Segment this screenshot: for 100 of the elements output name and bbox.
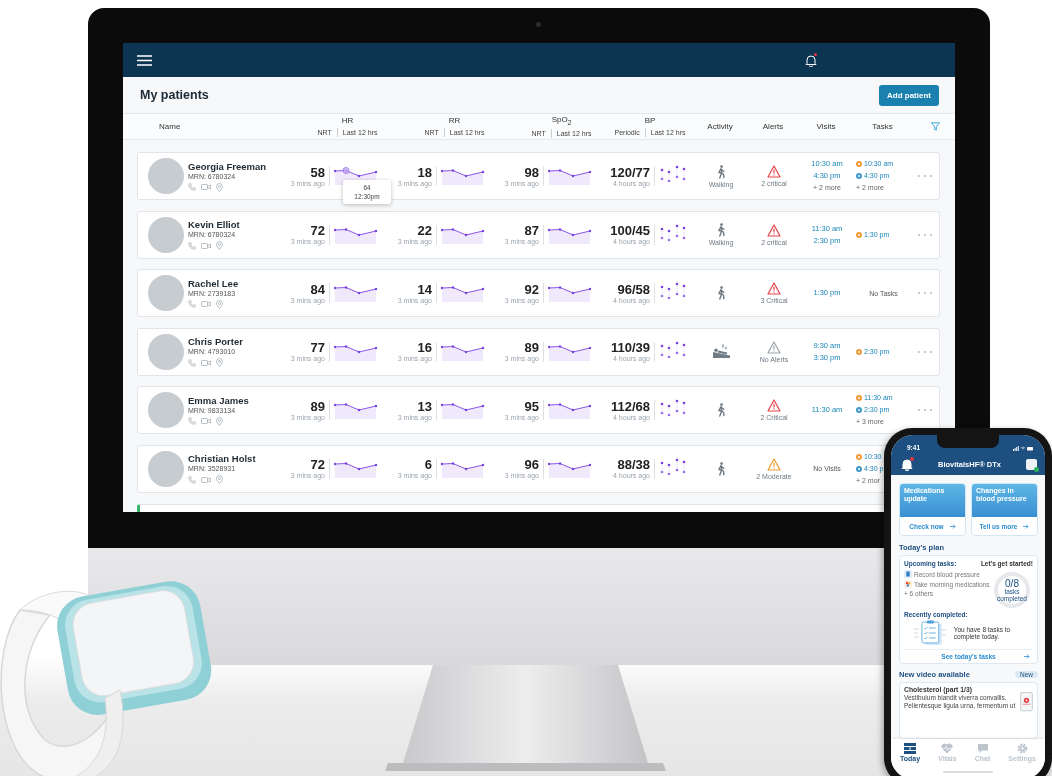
chat-icon [976, 742, 989, 754]
patient-name[interactable]: Rachel Lee [188, 277, 239, 289]
vital-value: 89 [524, 341, 539, 356]
blood-pressure-value: 100/45 [610, 224, 650, 239]
video-icon[interactable] [201, 300, 211, 309]
app-icon[interactable] [1026, 458, 1037, 470]
warning-icon [767, 165, 781, 178]
pills-icon [904, 580, 912, 588]
walking-person-icon [716, 461, 726, 476]
warning-icon [767, 457, 781, 471]
phone-icon[interactable] [188, 417, 196, 426]
sparkline-chart [441, 167, 485, 185]
vital-value: 89 [310, 399, 325, 414]
column-header[interactable]: RR [448, 116, 461, 125]
camera-dot [536, 22, 541, 27]
add-patient-button[interactable]: Add patient [879, 84, 939, 106]
column-header[interactable]: SpO$_{2}$ [551, 115, 572, 126]
patient-name[interactable]: Kevin Elliot [188, 219, 240, 231]
arrow-icon [949, 523, 956, 529]
video-icon[interactable] [201, 417, 211, 426]
walking-person-icon [716, 286, 726, 301]
sparkline-chart [548, 342, 592, 361]
column-header[interactable]: Activity [707, 122, 733, 131]
vital-value: 16 [417, 341, 432, 356]
more-icon[interactable] [917, 291, 933, 296]
location-pin-icon[interactable] [216, 358, 223, 368]
vital-value: 87 [524, 224, 539, 239]
sparkline-chart [334, 284, 378, 303]
more-icon[interactable] [917, 349, 933, 354]
more-icon[interactable] [917, 232, 933, 237]
sparkline-chart [441, 342, 485, 361]
vital-value: 98 [524, 165, 539, 180]
patient-name[interactable]: Emma James [188, 394, 249, 406]
more-icon[interactable] [917, 174, 933, 178]
vital-value: 77 [310, 341, 325, 356]
avatar [148, 275, 184, 312]
progress-ring [991, 569, 1033, 611]
vital-value: 72 [310, 224, 325, 239]
vital-value: 92 [524, 282, 539, 297]
patient-name[interactable]: Georgia Freeman [188, 160, 267, 172]
avatar [148, 450, 184, 487]
phone-icon[interactable] [188, 300, 196, 309]
walking-person-icon [716, 403, 726, 418]
patient-name[interactable]: Christian Holst [188, 453, 256, 465]
video-icon[interactable] [201, 183, 211, 191]
sparkline-chart [334, 225, 378, 244]
page-title: My patients [140, 88, 209, 102]
blood-pressure-value: 88/38 [617, 458, 650, 473]
filter-icon[interactable] [931, 122, 940, 131]
blood-pressure-value: 120/77 [610, 165, 650, 180]
location-pin-icon[interactable] [216, 299, 223, 309]
sparkline-chart [548, 225, 592, 244]
walking-person-icon [716, 223, 726, 238]
walking-person-icon [716, 164, 726, 179]
vital-value: 58 [310, 165, 325, 180]
phone-notch [937, 435, 999, 448]
vitals-icon [941, 742, 954, 754]
warning-icon [767, 340, 781, 354]
column-header[interactable]: Visits [816, 122, 836, 131]
phone-icon[interactable] [188, 358, 196, 367]
sparkline-chart [548, 284, 592, 303]
video-icon[interactable] [201, 241, 211, 250]
video-icon[interactable] [201, 358, 211, 367]
column-header[interactable]: HR [341, 116, 354, 125]
vital-value: 6 [424, 458, 432, 473]
column-header[interactable]: Tasks [872, 122, 893, 131]
column-header[interactable]: BP [644, 116, 656, 125]
sparkline-chart [334, 342, 378, 361]
location-pin-icon[interactable] [216, 416, 223, 426]
column-header[interactable]: Name [137, 122, 288, 131]
arrow-icon [1024, 654, 1030, 659]
sparkline-chart [441, 225, 485, 244]
phone-icon[interactable] [188, 475, 196, 484]
sparkline-chart [548, 167, 592, 185]
vital-value: 96 [524, 458, 539, 473]
location-pin-icon[interactable] [216, 182, 223, 192]
blood-pressure-value: 112/68 [610, 399, 650, 414]
avatar [148, 158, 184, 194]
phone-icon[interactable] [188, 241, 196, 250]
bell-icon[interactable] [901, 457, 913, 471]
sparkline-chart [334, 401, 378, 420]
video-icon[interactable] [201, 475, 211, 484]
bell-icon[interactable] [805, 53, 817, 67]
column-header[interactable]: Alerts [762, 122, 784, 131]
sparkline-chart [548, 401, 592, 420]
clipboard-drawing [914, 620, 946, 646]
sparkline-chart [441, 401, 485, 420]
vital-value: 13 [417, 399, 432, 414]
phone-icon[interactable] [188, 183, 196, 191]
more-icon[interactable] [917, 408, 933, 413]
blood-pressure-value: 110/39 [610, 341, 650, 356]
avatar [148, 216, 184, 253]
vital-value: 95 [524, 399, 539, 414]
patient-name[interactable]: Chris Porter [188, 336, 243, 348]
location-pin-icon[interactable] [216, 475, 223, 485]
sleeping-person-icon [711, 344, 731, 360]
status-icons [1013, 446, 1033, 451]
location-pin-icon[interactable] [216, 241, 223, 251]
menu-icon[interactable] [137, 54, 152, 66]
blood-pressure-value: 96/58 [617, 282, 650, 297]
